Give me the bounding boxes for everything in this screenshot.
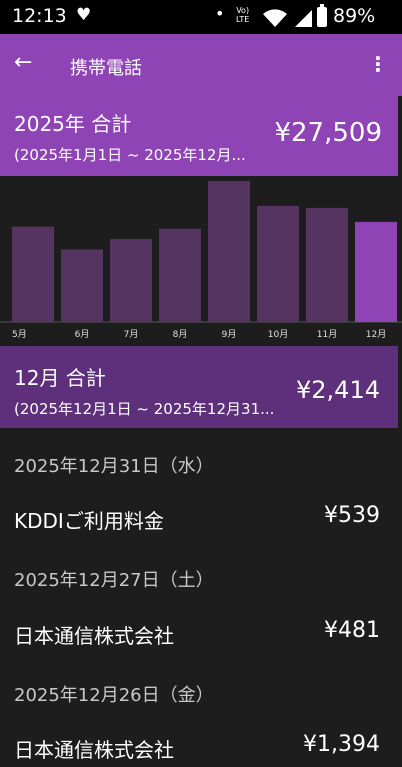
chart-bar-9月[interactable]	[208, 181, 250, 322]
battery-percent: 89%	[333, 5, 376, 27]
date-header: 2025年12月31日（水）	[14, 456, 214, 477]
month-summary-label: 12月 合計	[14, 366, 106, 390]
heart-icon: ♥	[76, 5, 92, 25]
page-title: 携帯電話	[70, 58, 142, 79]
month-summary: 12月 合計 (2025年12月1日 ~ 2025年12月31... ¥2,41…	[0, 346, 398, 428]
notification-dot-icon: •	[215, 4, 225, 23]
chart-bar-6月[interactable]	[61, 249, 103, 322]
chart-tick-label: 6月	[75, 329, 90, 340]
signal-icon	[295, 10, 312, 27]
chart-tick-label: 12月	[366, 329, 386, 340]
year-summary-range: (2025年1月1日 ~ 2025年12月...	[14, 146, 246, 164]
volte-icon: Vo) LTE	[236, 6, 250, 24]
back-arrow-icon[interactable]: ←	[14, 50, 32, 75]
date-header: 2025年12月27日（土）	[14, 570, 214, 591]
chart-tick-label: 8月	[173, 329, 188, 340]
month-summary-amount: ¥2,414	[296, 376, 380, 404]
status-bar: 12:13 ♥ • Vo) LTE 89%	[0, 0, 402, 34]
transaction-amount[interactable]: ¥539	[324, 503, 380, 528]
year-summary[interactable]: 2025年 合計 (2025年1月1日 ~ 2025年12月... ¥27,50…	[0, 96, 398, 176]
year-summary-amount: ¥27,509	[274, 118, 382, 148]
transaction-amount[interactable]: ¥481	[324, 618, 380, 643]
chart-bar-5月[interactable]	[12, 226, 54, 322]
chart-bar-8月[interactable]	[159, 228, 201, 322]
date-header: 2025年12月26日（金）	[14, 685, 214, 706]
monthly-bar-chart[interactable]: 5月 6月 7月 8月 9月 10月 11月 12月	[0, 176, 402, 346]
chart-bar-7月[interactable]	[110, 239, 152, 322]
chart-tick-label: 7月	[124, 329, 139, 340]
chart-tick-label: 11月	[317, 329, 337, 340]
app-bar: ← 携帯電話 ⋮	[0, 34, 402, 96]
year-summary-label: 2025年 合計	[14, 112, 132, 136]
status-time: 12:13	[12, 5, 67, 27]
chart-bar-10月[interactable]	[257, 205, 299, 322]
transaction-name[interactable]: 日本通信株式会社	[14, 734, 174, 763]
chart-svg: 5月 6月 7月 8月 9月 10月 11月 12月	[0, 181, 402, 340]
transaction-amount[interactable]: ¥1,394	[303, 732, 380, 757]
chart-tick-label: 9月	[222, 329, 237, 340]
transaction-name[interactable]: KDDIご利用料金	[14, 505, 164, 534]
month-summary-range: (2025年12月1日 ~ 2025年12月31...	[14, 400, 275, 418]
more-options-icon[interactable]: ⋮	[368, 52, 388, 76]
chart-tick-label: 5月	[12, 329, 27, 340]
chart-bar-12月[interactable]	[355, 221, 397, 322]
wifi-icon	[263, 9, 287, 27]
chart-bar-11月[interactable]	[306, 207, 348, 322]
battery-icon	[317, 4, 327, 27]
chart-tick-label: 10月	[268, 329, 288, 340]
transaction-name[interactable]: 日本通信株式会社	[14, 620, 174, 649]
